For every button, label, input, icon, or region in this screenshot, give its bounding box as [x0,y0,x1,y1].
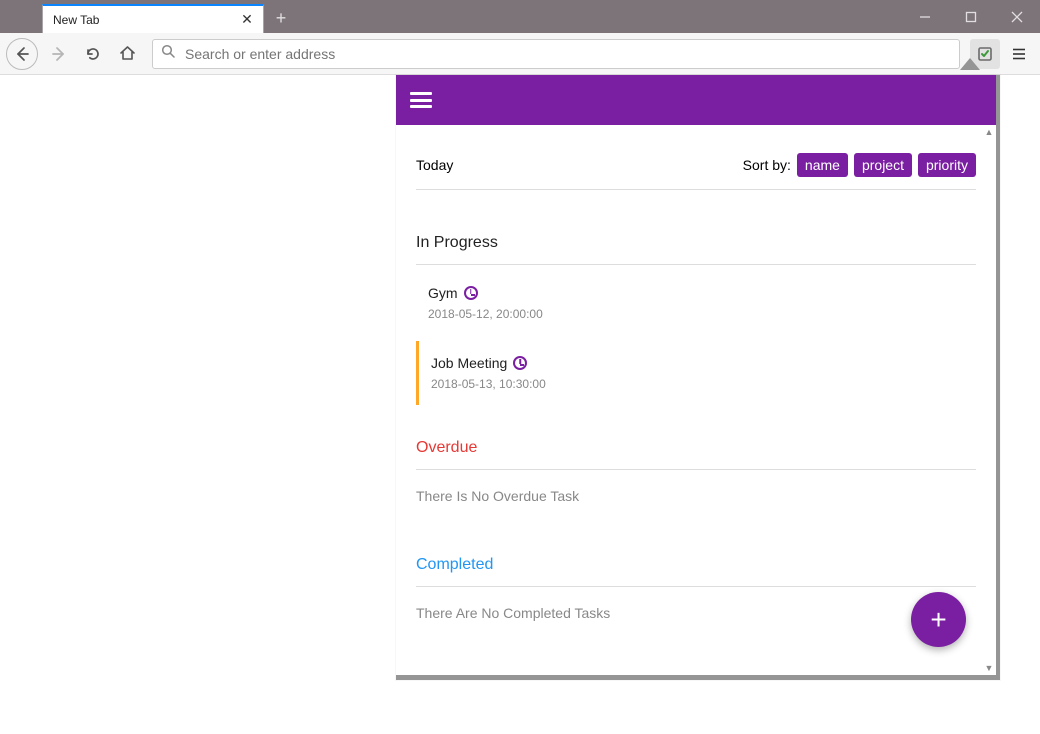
url-bar[interactable] [152,39,960,69]
popup-scrollbar[interactable]: ▲ ▼ [982,125,996,675]
sort-project-button[interactable]: project [854,153,912,177]
top-row: Today Sort by: name project priority [416,125,976,190]
content-area: Today Sort by: name project priority In … [0,75,1040,734]
back-button[interactable] [6,38,38,70]
new-tab-button[interactable]: + [268,5,294,31]
url-input[interactable] [183,45,951,63]
clock-icon [513,356,527,370]
task-item[interactable]: Job Meeting 2018-05-13, 10:30:00 [416,341,976,405]
task-time: 2018-05-12, 20:00:00 [428,307,976,321]
task-name: Job Meeting [431,355,507,371]
popup-pointer-icon [960,58,980,70]
tab-title: New Tab [53,13,239,27]
reload-button[interactable] [78,39,108,69]
maximize-button[interactable] [948,0,994,33]
titlebar: New Tab ✕ + [0,0,1040,33]
search-icon [161,44,175,63]
extension-popup: Today Sort by: name project priority In … [396,75,996,675]
task-item[interactable]: Gym 2018-05-12, 20:00:00 [416,271,976,335]
app-menu-button[interactable] [1004,39,1034,69]
add-task-fab[interactable]: + [911,592,966,647]
section-in-progress-title: In Progress [416,234,976,265]
window-close-button[interactable] [994,0,1040,33]
nav-toolbar [0,33,1040,75]
minimize-button[interactable] [902,0,948,33]
sort-group: Sort by: name project priority [743,153,976,177]
popup-header [396,75,996,125]
task-name: Gym [428,285,458,301]
popup-container: Today Sort by: name project priority In … [396,75,1000,680]
completed-empty-message: There Are No Completed Tasks [416,587,976,639]
close-tab-icon[interactable]: ✕ [239,12,255,28]
sort-priority-button[interactable]: priority [918,153,976,177]
sort-by-label: Sort by: [743,157,791,173]
window-controls [902,0,1040,33]
tab-strip: New Tab ✕ + [0,0,294,33]
forward-button [44,39,74,69]
plus-icon: + [930,604,946,636]
task-name-row: Job Meeting [431,355,976,371]
section-overdue-title: Overdue [416,439,976,470]
task-time: 2018-05-13, 10:30:00 [431,377,976,391]
task-name-row: Gym [428,285,976,301]
browser-tab[interactable]: New Tab ✕ [42,4,264,33]
home-button[interactable] [112,39,142,69]
today-label: Today [416,157,453,173]
scroll-up-icon[interactable]: ▲ [982,125,996,139]
sort-name-button[interactable]: name [797,153,848,177]
section-completed-title: Completed [416,556,976,587]
hamburger-menu-icon[interactable] [410,92,432,108]
overdue-empty-message: There Is No Overdue Task [416,470,976,522]
clock-icon [464,286,478,300]
popup-body: Today Sort by: name project priority In … [396,125,996,675]
scroll-down-icon[interactable]: ▼ [982,661,996,675]
